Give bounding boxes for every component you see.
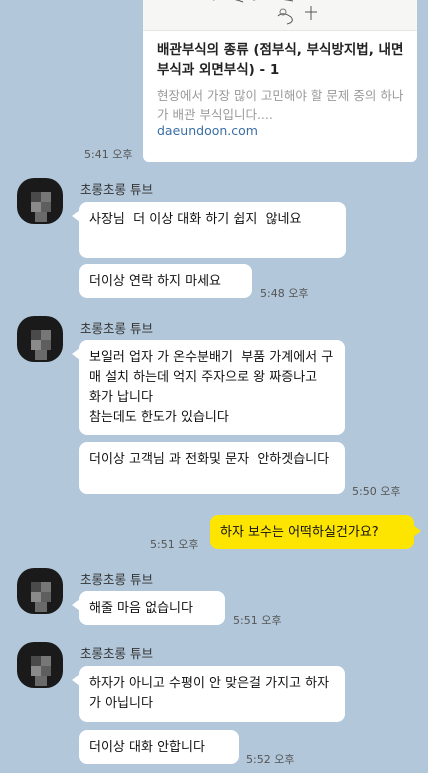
sender-name: 초롱초롱 튜브	[80, 646, 153, 661]
avatar[interactable]	[17, 568, 63, 614]
message-time: 5:52 오후	[246, 753, 295, 766]
message-time: 5:48 오후	[260, 287, 309, 300]
message-text: 더이상 대화 안합니다	[89, 740, 205, 755]
sender-name: 초롱초롱 튜브	[80, 182, 153, 197]
avatar[interactable]	[17, 642, 63, 688]
sender-name: 초롱초롱 튜브	[80, 321, 153, 336]
link-thumbnail	[143, 0, 417, 31]
message-text: 더이상 연락 하지 마세요	[89, 274, 221, 289]
link-description: 현장에서 가장 많이 고민해야 할 문제 중의 하나가 배관 부식입니다....	[157, 88, 404, 122]
message-text: 하자 보수는 어떡하실건가요?	[220, 525, 379, 540]
message-bubble[interactable]: 더이상 연락 하지 마세요	[79, 264, 252, 298]
message-bubble[interactable]: 보일러 업자 가 온수분배기 부품 가계에서 구매 설치 하는데 억지 주자으로…	[72, 340, 345, 435]
message-text: 사장님 더 이상 대화 하기 쉽지 않네요	[89, 212, 302, 227]
message-bubble[interactable]: 더이상 대화 안합니다	[79, 730, 239, 764]
message-text: 더이상 고객님 과 전화및 문자 안하겟습니다	[89, 452, 330, 467]
message-time: 5:51 오후	[150, 538, 199, 551]
my-message-bubble[interactable]: 하자 보수는 어떡하실건가요?	[210, 515, 421, 549]
message-time: 5:50 오후	[352, 485, 401, 498]
avatar[interactable]	[17, 316, 63, 362]
message-bubble[interactable]: 더이상 고객님 과 전화및 문자 안하겟습니다	[79, 442, 345, 494]
message-text: 해줄 마음 없습니다	[89, 601, 193, 616]
message-text: 보일러 업자 가 온수분배기 부품 가계에서 구매 설치 하는데 억지 주자으로…	[89, 350, 334, 425]
link-domain[interactable]: daeundoon.com	[157, 123, 258, 138]
message-time: 5:51 오후	[233, 614, 282, 627]
message-bubble[interactable]: 해줄 마음 없습니다	[72, 591, 225, 625]
message-text: 하자가 아니고 수평이 안 맞은걸 가지고 하자가 아닙니다	[89, 676, 330, 711]
link-preview-card[interactable]: 배관부식의 종류 (점부식, 부식방지법, 내면부식과 외면부식) - 1 현장…	[143, 0, 417, 162]
message-bubble[interactable]: 하자가 아니고 수평이 안 맞은걸 가지고 하자가 아닙니다	[72, 666, 345, 722]
message-time: 5:41 오후	[84, 148, 133, 161]
message-bubble[interactable]: 사장님 더 이상 대화 하기 쉽지 않네요	[72, 202, 346, 258]
sender-name: 초롱초롱 튜브	[80, 572, 153, 587]
avatar[interactable]	[17, 178, 63, 224]
link-title[interactable]: 배관부식의 종류 (점부식, 부식방지법, 내면부식과 외면부식) - 1	[157, 40, 409, 80]
